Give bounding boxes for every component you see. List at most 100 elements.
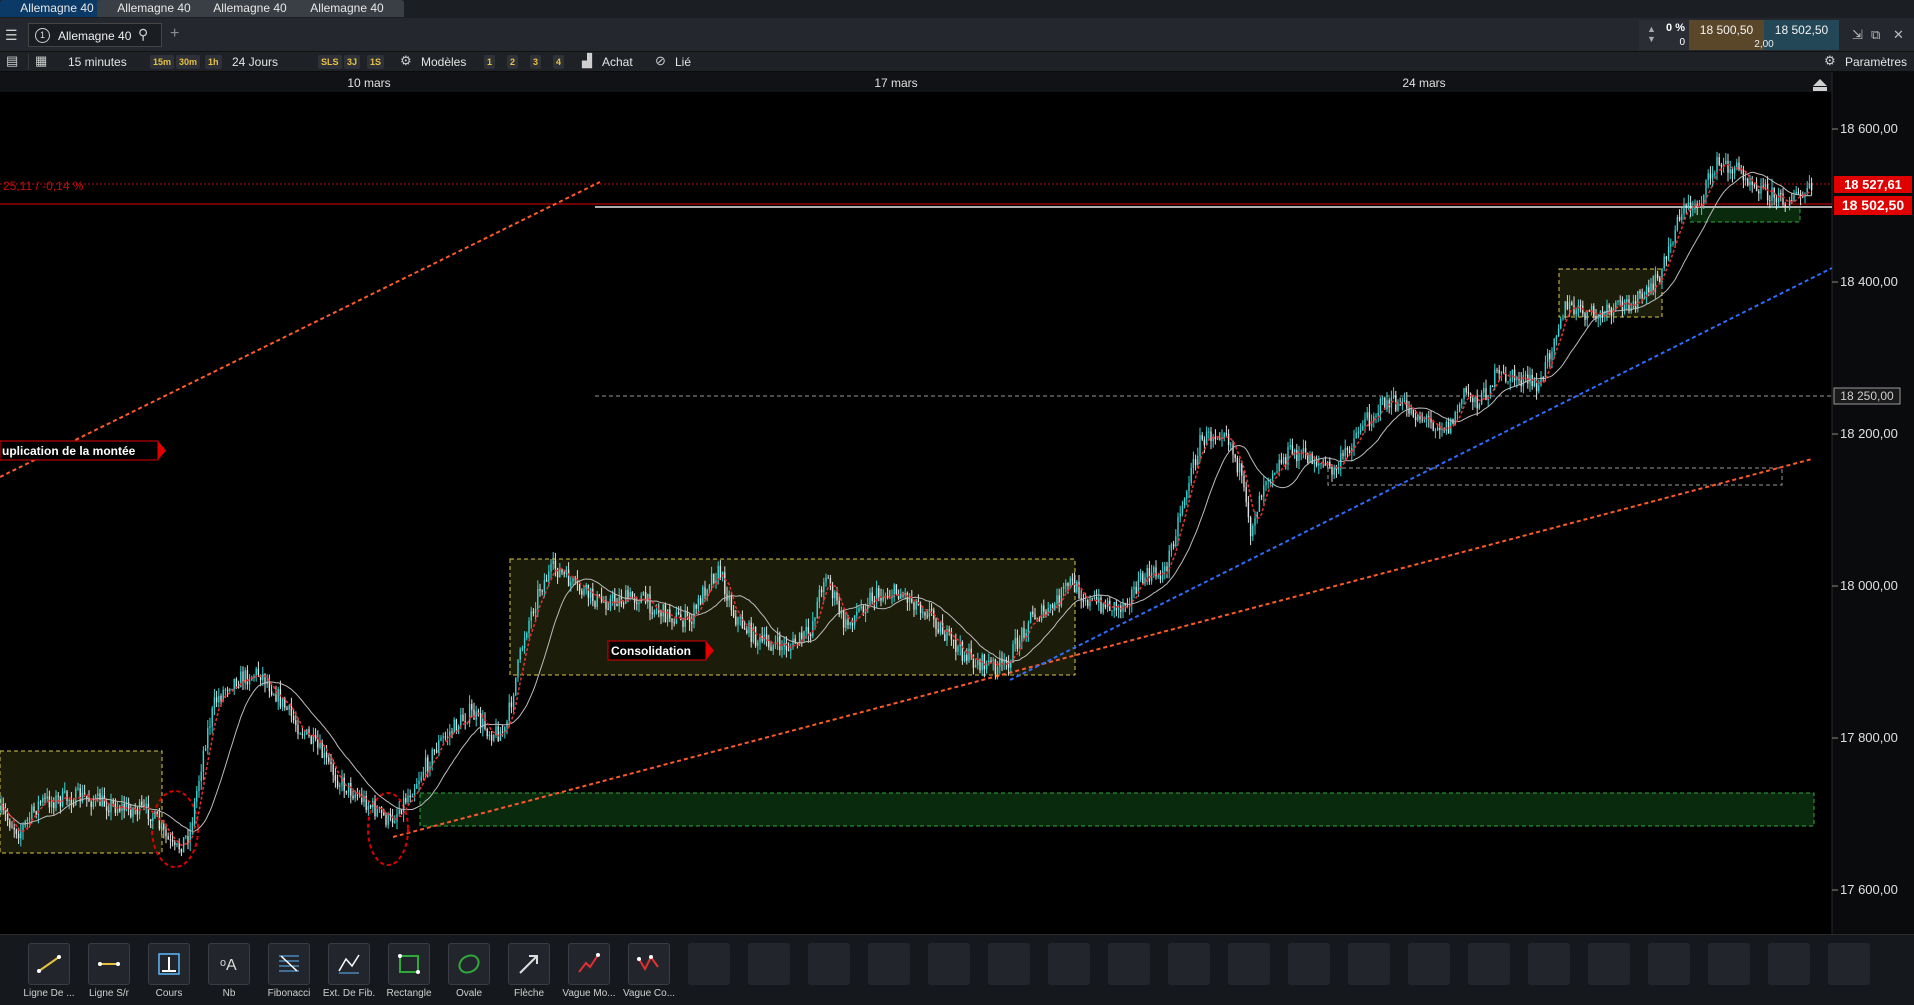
price-level-icon[interactable] [148, 943, 190, 985]
fibonacci-icon[interactable] [268, 943, 310, 985]
empty-tool-slot[interactable] [1408, 943, 1450, 985]
projection-label[interactable]: uplication de la montée [0, 440, 166, 461]
instrument-selector[interactable]: 1 Allemagne 40 ⚲ [28, 23, 162, 47]
empty-tool-slot[interactable] [1528, 943, 1570, 985]
projection-trend-line[interactable] [0, 181, 601, 478]
tool-text-note[interactable]: ᵒA Nb [200, 943, 258, 999]
oval-icon[interactable] [448, 943, 490, 985]
chart-canvas[interactable]: 10 mars 17 mars 24 mars 18 600,00 18 400… [0, 72, 1914, 934]
rectangle-icon[interactable] [388, 943, 430, 985]
empty-tool-slot[interactable] [1468, 943, 1510, 985]
empty-tool-slot[interactable] [1228, 943, 1270, 985]
tool-wave[interactable]: Vague Mo... [560, 943, 618, 999]
templates-icon[interactable]: ⚙ [400, 53, 412, 69]
search-icon[interactable]: ⚲ [138, 26, 148, 43]
tool-fib-extension[interactable]: Ext. De Fib. [320, 943, 378, 999]
candle-body [1252, 525, 1254, 537]
candle-body [724, 572, 726, 595]
text-note-icon[interactable]: ᵒA [208, 943, 250, 985]
link-icon[interactable]: ⊘ [655, 53, 666, 69]
empty-tool-slot[interactable] [688, 943, 730, 985]
short-term-support-trend-line[interactable] [1009, 267, 1833, 681]
empty-tool-slot[interactable] [928, 943, 970, 985]
trend-line-icon[interactable] [28, 943, 70, 985]
empty-tool-slot[interactable] [1048, 943, 1090, 985]
empty-tool-slot[interactable] [1648, 943, 1690, 985]
support-zone-grey[interactable] [1327, 467, 1783, 486]
support-zone-green-top[interactable] [1689, 206, 1801, 223]
wave-icon[interactable] [568, 943, 610, 985]
tool-rectangle[interactable]: Rectangle [380, 943, 438, 999]
wave-correction-icon[interactable] [628, 943, 670, 985]
candle-body [1544, 362, 1547, 379]
tool-fibonacci[interactable]: Fibonacci [260, 943, 318, 999]
candle-body [1364, 418, 1366, 426]
price-chart[interactable]: 10 mars 17 mars 24 mars 18 600,00 18 400… [0, 72, 1914, 934]
template-slot-2[interactable]: 2 [507, 55, 519, 69]
empty-tool-slot[interactable] [808, 943, 850, 985]
candle-body [1278, 459, 1280, 472]
settings-gear-icon[interactable]: ⚙ [1824, 53, 1836, 69]
templates-button[interactable]: Modèles [421, 52, 466, 72]
candle-body [622, 603, 625, 605]
candle-body [376, 808, 378, 817]
buy-chart-icon[interactable]: ▟ [582, 53, 592, 69]
consolidation-zone-left[interactable] [0, 750, 163, 854]
consolidation-label[interactable]: Consolidation [607, 640, 714, 661]
range-3j-button[interactable]: 3J [344, 55, 361, 69]
tool-trend-line[interactable]: Ligne De ... [20, 943, 78, 999]
tool-wave-correction[interactable]: Vague Co... [620, 943, 678, 999]
template-slot-3[interactable]: 3 [530, 55, 542, 69]
interval-dropdown[interactable]: 15 minutes [68, 52, 127, 72]
list-icon[interactable]: ▤ [6, 53, 18, 69]
last-price-value: 18 502,50 [1842, 197, 1904, 213]
consolidation-zone-mid[interactable] [509, 558, 1076, 676]
support-line-icon[interactable] [88, 943, 130, 985]
candle-body [1203, 439, 1206, 446]
add-chart-icon[interactable]: + [170, 25, 179, 43]
empty-tool-slot[interactable] [988, 943, 1030, 985]
candle-body [823, 582, 825, 593]
link-window-icon[interactable]: ⇲ [1852, 27, 1863, 43]
empty-tool-slot[interactable] [1588, 943, 1630, 985]
range-dropdown[interactable]: 24 Jours [232, 52, 278, 72]
arrow-icon[interactable] [508, 943, 550, 985]
empty-tool-slot[interactable] [1828, 943, 1870, 985]
support-zone-green[interactable] [419, 792, 1815, 827]
candle-body [545, 580, 548, 582]
candle-body [1397, 403, 1399, 411]
range-sls-button[interactable]: SLS [318, 55, 342, 69]
tool-price-level[interactable]: Cours [140, 943, 198, 999]
detach-window-icon[interactable]: ⧉ [1871, 27, 1880, 43]
tool-label: Vague Mo... [562, 988, 616, 999]
fib-extension-icon[interactable] [328, 943, 370, 985]
template-slot-4[interactable]: 4 [553, 55, 565, 69]
linked-button[interactable]: Lié [675, 52, 691, 72]
empty-tool-slot[interactable] [1288, 943, 1330, 985]
candle-body [1496, 369, 1498, 371]
empty-tool-slot[interactable] [1768, 943, 1810, 985]
empty-tool-slot[interactable] [1108, 943, 1150, 985]
template-slot-1[interactable]: 1 [484, 55, 496, 69]
tab-allemagne-40-4[interactable]: Allemagne 40 [290, 0, 404, 17]
interval-15m-button[interactable]: 15m [150, 55, 175, 69]
hamburger-menu-icon[interactable]: ☰ [5, 27, 18, 44]
candle-body [1256, 511, 1258, 519]
settings-button[interactable]: Paramètres [1845, 52, 1907, 72]
empty-tool-slot[interactable] [1348, 943, 1390, 985]
empty-tool-slot[interactable] [748, 943, 790, 985]
tool-oval[interactable]: Ovale [440, 943, 498, 999]
tool-arrow[interactable]: Flèche [500, 943, 558, 999]
candle-body [154, 811, 156, 819]
empty-tool-slot[interactable] [868, 943, 910, 985]
empty-tool-slot[interactable] [1708, 943, 1750, 985]
interval-1h-button[interactable]: 1h [205, 55, 222, 69]
tool-label: Cours [155, 988, 183, 999]
close-icon[interactable]: ✕ [1893, 27, 1904, 43]
tool-support-line[interactable]: Ligne S/r [80, 943, 138, 999]
empty-tool-slot[interactable] [1168, 943, 1210, 985]
layout-grid-icon[interactable]: ▦ [35, 53, 47, 69]
interval-30m-button[interactable]: 30m [176, 55, 201, 69]
range-1s-button[interactable]: 1S [367, 55, 385, 69]
buy-button[interactable]: Achat [602, 52, 633, 72]
